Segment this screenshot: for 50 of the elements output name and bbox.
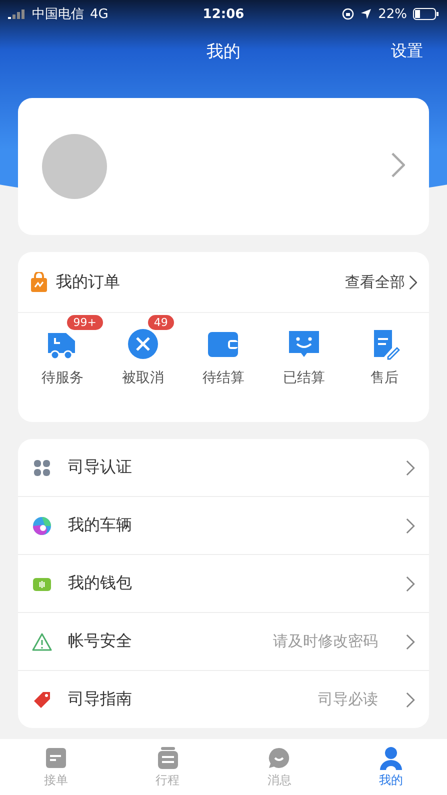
chevron-right-icon — [406, 634, 415, 650]
location-arrow-icon — [360, 8, 372, 20]
order-status-label[interactable]: 待结算 — [202, 369, 244, 387]
chevron-right-icon — [406, 518, 415, 534]
grid-icon — [32, 458, 52, 478]
view-all-link[interactable]: 查看全部 — [344, 272, 417, 292]
menu-hint: 司导必读 — [318, 690, 378, 709]
order-status-label[interactable]: 售后 — [370, 369, 399, 387]
settings-link[interactable]: 设置 — [391, 40, 423, 62]
network-type: 4G — [90, 6, 108, 22]
menu-row[interactable]: 帐号安全 请及时修改密码 — [18, 612, 429, 670]
menu-label: 司导认证 — [68, 457, 132, 478]
chat-icon — [267, 746, 292, 770]
menu-row[interactable]: 司导认证 — [18, 439, 429, 496]
page-title: 我的 — [206, 40, 240, 62]
chevron-right-icon — [408, 274, 417, 290]
battery-icon — [412, 8, 439, 20]
stack-icon — [156, 746, 180, 770]
carrier-name: 中国电信 — [32, 6, 84, 23]
menu-label: 我的车辆 — [68, 515, 132, 536]
warning-icon — [32, 632, 52, 652]
document-icon — [44, 746, 68, 770]
menu-row[interactable]: 司导指南 司导必读 — [18, 670, 429, 728]
rotation-lock-icon — [342, 8, 354, 20]
chevron-right-icon — [390, 152, 405, 178]
tab-bar-item[interactable]: 我的 — [335, 739, 447, 795]
profile-card[interactable] — [18, 98, 429, 235]
chevron-right-icon — [406, 692, 415, 708]
order-status-label[interactable]: 被取消 — [122, 369, 164, 387]
menu-row[interactable]: 我的车辆 — [18, 496, 429, 554]
count-badge: 49 — [148, 315, 174, 330]
order-status-label[interactable]: 待服务 — [41, 369, 84, 387]
orders-title: 我的订单 — [56, 272, 120, 292]
close-circle-icon — [126, 327, 160, 361]
menu-hint: 请及时修改密码 — [273, 632, 378, 651]
chevron-right-icon — [406, 576, 415, 592]
chevron-right-icon — [406, 460, 415, 476]
swirl-icon — [32, 516, 52, 536]
shopping-bag-icon — [30, 272, 48, 292]
menu-row[interactable]: 我的钱包 — [18, 554, 429, 612]
battery-percent: 22% — [378, 6, 407, 22]
person-icon — [379, 746, 404, 770]
order-status-label[interactable]: 已结算 — [283, 369, 326, 387]
count-badge: 99+ — [67, 315, 103, 330]
menu-label: 司导指南 — [68, 689, 132, 710]
menu-label: 我的钱包 — [68, 573, 132, 594]
clock-time: 12:06 — [202, 6, 244, 22]
menu-label: 帐号安全 — [68, 631, 132, 652]
tag-icon — [32, 690, 52, 710]
signal-icon — [8, 9, 26, 19]
